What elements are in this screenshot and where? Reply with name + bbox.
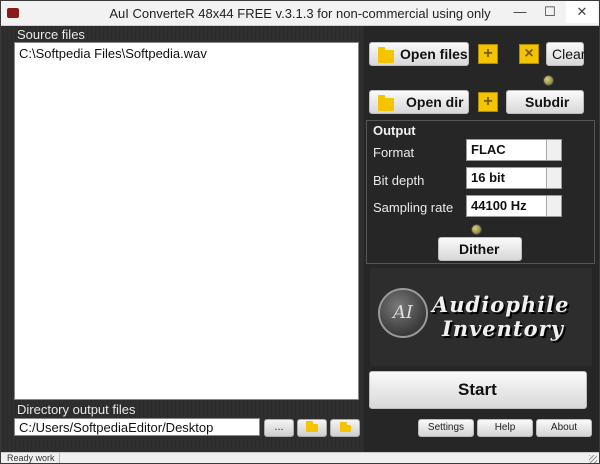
status-separator [59,453,60,463]
list-item[interactable]: C:\Softpedia Files\Softpedia.wav [15,43,358,64]
title-bar: AuI ConverteR 48x44 FREE v.3.1.3 for non… [1,1,599,26]
clear-label: Clear [552,46,586,62]
open-dir-label: Open dir [406,94,464,110]
client-area: Source files C:\Softpedia Files\Softpedi… [1,26,599,452]
dropdown-arrow-icon [546,196,561,216]
dither-label: Dither [459,241,500,257]
bitdepth-label: Bit depth [373,173,425,188]
source-files-label: Source files [17,27,85,42]
output-title: Output [373,123,416,138]
explore-output-folder-button[interactable] [330,419,360,437]
source-file-list[interactable]: C:\Softpedia Files\Softpedia.wav [14,42,359,400]
maximize-button[interactable]: ☐ [535,1,565,23]
logo-line-2: Inventory [442,316,564,341]
logo-emblem: AI [378,288,428,338]
format-label: Format [373,145,415,160]
clear-button[interactable]: Clear [546,42,586,66]
add-files-button[interactable]: + [478,44,498,64]
about-button[interactable]: About [536,419,592,437]
subdir-button[interactable]: Subdir [506,90,584,114]
output-dir-label: Directory output files [17,402,136,417]
folder-icon [378,95,394,111]
dropdown-arrow-icon [546,168,561,188]
audiophile-inventory-logo: AI Audiophile Inventory [370,268,592,366]
format-select[interactable]: FLAC [466,139,562,161]
status-led [543,75,554,86]
dropdown-arrow-icon [546,140,561,160]
open-files-button[interactable]: Open files [369,42,469,66]
samplerate-value: 44100 Hz [471,198,527,213]
start-button[interactable]: Start [369,371,587,409]
logo-line-1: Audiophile [432,292,570,317]
dither-led [471,224,482,235]
format-value: FLAC [471,142,506,157]
bitdepth-select[interactable]: 16 bit [466,167,562,189]
minimize-button[interactable]: — [505,1,535,23]
app-window: AuI ConverteR 48x44 FREE v.3.1.3 for non… [0,0,600,464]
open-files-label: Open files [400,46,468,62]
output-path-field[interactable]: C:/Users/SoftpediaEditor/Desktop [14,418,260,436]
close-button[interactable]: ✕ [566,1,598,23]
folder-icon [306,421,318,432]
open-dir-button[interactable]: Open dir [369,90,469,114]
samplerate-label: Sampling rate [373,200,454,215]
open-output-folder-button[interactable] [297,419,327,437]
bitdepth-value: 16 bit [471,170,505,185]
resize-grip-icon[interactable] [589,455,597,463]
dither-button[interactable]: Dither [438,237,522,261]
status-bar: Ready work [1,452,599,463]
remove-file-button[interactable]: × [519,44,539,64]
status-text: Ready work [7,453,55,463]
folder-icon [340,422,351,432]
add-dir-button[interactable]: + [478,92,498,112]
start-label: Start [458,380,497,399]
subdir-label: Subdir [525,94,570,110]
help-button[interactable]: Help [477,419,533,437]
control-panel: Open files + × Clear Open dir + Subdir O… [364,26,599,452]
settings-button[interactable]: Settings [418,419,474,437]
browse-button[interactable]: ... [264,419,294,437]
samplerate-select[interactable]: 44100 Hz [466,195,562,217]
folder-icon [378,47,394,63]
